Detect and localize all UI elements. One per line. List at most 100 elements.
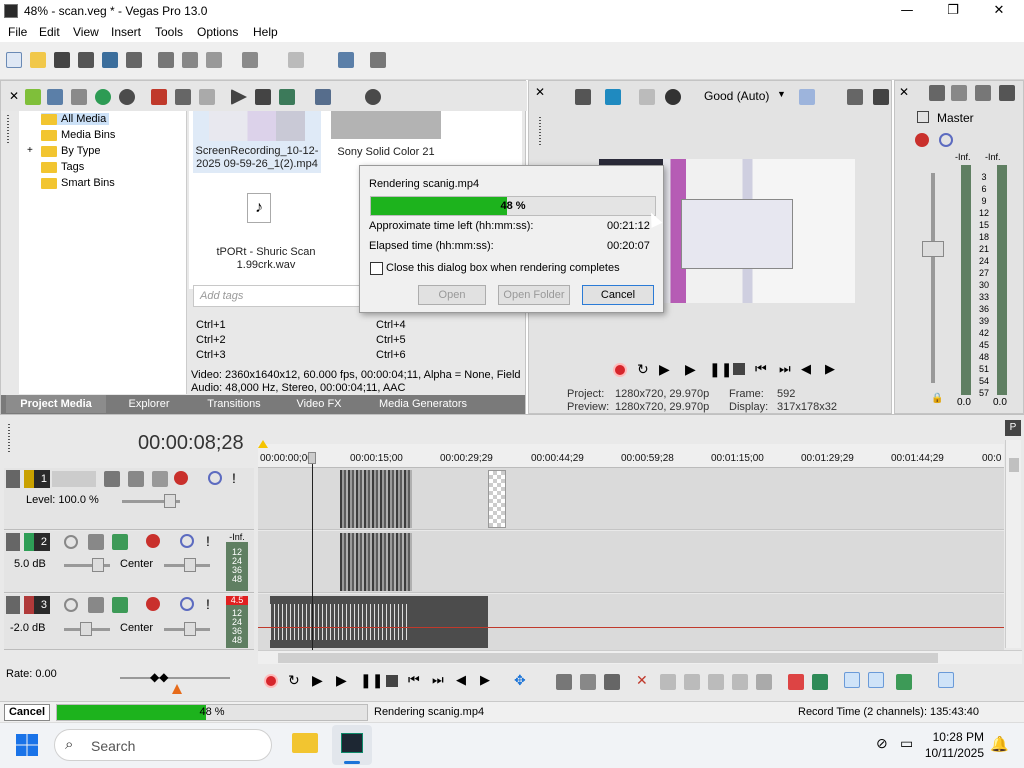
mute-icon[interactable]: [180, 534, 194, 548]
track-collapse-icon[interactable]: [6, 470, 20, 488]
save-as-icon[interactable]: [78, 52, 94, 68]
play-icon[interactable]: ▶: [685, 361, 696, 378]
open-folder-button[interactable]: Open Folder: [498, 285, 570, 305]
save-snapshot-icon[interactable]: [873, 89, 889, 105]
taskbar-search-box[interactable]: ⌕ Search: [54, 729, 272, 761]
import-media-icon[interactable]: [25, 89, 41, 105]
track-collapse-icon[interactable]: [6, 533, 20, 551]
menu-tools[interactable]: Tools: [155, 25, 183, 39]
tree-smart-bins[interactable]: Smart Bins: [41, 177, 115, 189]
horizontal-scrollbar[interactable]: [258, 650, 1022, 664]
track-name-field[interactable]: [52, 471, 96, 487]
pause-icon[interactable]: ❚❚: [709, 361, 732, 378]
maximize-button[interactable]: ❐: [930, 0, 976, 22]
volume-envelope[interactable]: [258, 627, 1004, 628]
get-photo-icon[interactable]: [95, 89, 111, 105]
volume-slider-handle[interactable]: [80, 622, 92, 636]
preview-properties-icon[interactable]: [575, 89, 591, 105]
display-icon[interactable]: ▭: [900, 735, 913, 752]
tree-expander-icon[interactable]: +: [27, 145, 33, 156]
snapping-icon[interactable]: [868, 672, 884, 688]
media-properties-icon[interactable]: [175, 89, 191, 105]
loop-icon[interactable]: ↻: [637, 361, 649, 378]
split-icon[interactable]: [732, 674, 748, 690]
arm-record-icon[interactable]: [64, 535, 78, 549]
close-preview-icon[interactable]: ✕: [535, 85, 545, 99]
tab-media-generators[interactable]: Media Generators: [370, 395, 476, 413]
close-window-button[interactable]: ✕: [976, 0, 1022, 22]
timeline-grip[interactable]: [8, 424, 10, 452]
lock-envelopes-icon[interactable]: [999, 85, 1015, 101]
vertical-scroll-thumb[interactable]: [1009, 458, 1019, 472]
stop-preview-icon[interactable]: [255, 89, 271, 105]
copy-snapshot-icon[interactable]: [847, 89, 863, 105]
tree-media-bins[interactable]: Media Bins: [41, 129, 115, 141]
next-frame-icon[interactable]: ▶: [825, 361, 835, 377]
add-tags-input[interactable]: Add tags: [193, 285, 361, 307]
volume-slider-handle[interactable]: [92, 558, 104, 572]
remove-media-icon[interactable]: [151, 89, 167, 105]
trim-end-icon[interactable]: [708, 674, 724, 690]
redo-icon[interactable]: [288, 52, 304, 68]
parent-motion-icon[interactable]: [152, 471, 168, 487]
tree-by-type[interactable]: By Type: [41, 145, 101, 157]
taskbar-clock[interactable]: 10:28 PM 10/11/2025: [924, 729, 984, 761]
level-slider-handle[interactable]: [164, 494, 176, 508]
stop-icon[interactable]: [733, 363, 745, 375]
media-fx-icon[interactable]: [199, 89, 215, 105]
menu-view[interactable]: View: [73, 25, 99, 39]
play-icon[interactable]: ▶: [336, 672, 347, 689]
properties-icon[interactable]: [126, 52, 142, 68]
delete-icon[interactable]: ✕: [636, 672, 648, 689]
loop-playback-icon[interactable]: ↻: [288, 672, 300, 689]
chevron-down-icon[interactable]: ▼: [777, 89, 786, 99]
dim-output-icon[interactable]: [975, 85, 991, 101]
file-explorer-icon[interactable]: [292, 733, 318, 753]
status-cancel-button[interactable]: Cancel: [4, 704, 50, 721]
pan-slider-handle[interactable]: [184, 558, 196, 572]
audio-event-2[interactable]: [340, 533, 412, 591]
notification-bell-icon[interactable]: 🔔: [990, 735, 1009, 753]
paste-icon[interactable]: [206, 52, 222, 68]
stop-icon[interactable]: [386, 675, 398, 687]
undo-icon[interactable]: [242, 52, 258, 68]
previous-frame-icon[interactable]: ◀: [801, 361, 811, 377]
open-button[interactable]: Open: [418, 285, 486, 305]
tab-video-fx[interactable]: Video FX: [288, 395, 350, 413]
close-on-complete-checkbox[interactable]: [370, 262, 383, 275]
track-routing-icon[interactable]: [112, 534, 128, 550]
trim-icon[interactable]: [660, 674, 676, 690]
views-icon[interactable]: [315, 89, 331, 105]
invert-phase-icon[interactable]: [88, 597, 104, 613]
play-from-start-icon[interactable]: ▶: [312, 672, 323, 689]
close-master-icon[interactable]: ✕: [899, 85, 909, 99]
playhead-handle[interactable]: [308, 452, 316, 464]
panel-grip[interactable]: [7, 115, 9, 143]
render-as-icon[interactable]: [102, 52, 118, 68]
solo-icon[interactable]: !: [232, 470, 236, 486]
pause-icon[interactable]: ❚❚: [360, 672, 383, 689]
record-button[interactable]: [613, 363, 627, 377]
search-media-icon[interactable]: [119, 89, 135, 105]
arm-record-icon[interactable]: [64, 598, 78, 612]
audio-file-icon[interactable]: ♪: [247, 193, 271, 223]
enable-snapping-icon[interactable]: [338, 52, 354, 68]
start-preview-icon[interactable]: [231, 89, 247, 105]
open-icon[interactable]: [30, 52, 46, 68]
menu-help[interactable]: Help: [253, 25, 278, 39]
mute-icon[interactable]: [180, 597, 194, 611]
master-mute-icon[interactable]: [939, 133, 953, 147]
tree-all-media[interactable]: All Media: [41, 113, 110, 125]
go-to-start-icon[interactable]: ⏮: [755, 361, 767, 377]
downmix-icon[interactable]: [951, 85, 967, 101]
preview-fx-icon[interactable]: [665, 89, 681, 105]
zoom-icon[interactable]: [365, 89, 381, 105]
auto-crossfade-icon[interactable]: [896, 674, 912, 690]
invert-phase-icon[interactable]: [88, 534, 104, 550]
go-to-end-icon[interactable]: ⏭: [779, 361, 791, 377]
next-frame-icon[interactable]: ▶: [480, 672, 490, 688]
track-fx-icon[interactable]: [174, 471, 188, 485]
close-panel-icon[interactable]: ✕: [9, 89, 19, 103]
previous-frame-icon[interactable]: ◀: [456, 672, 466, 688]
rate-slider-handle[interactable]: ◆◆: [150, 670, 168, 684]
